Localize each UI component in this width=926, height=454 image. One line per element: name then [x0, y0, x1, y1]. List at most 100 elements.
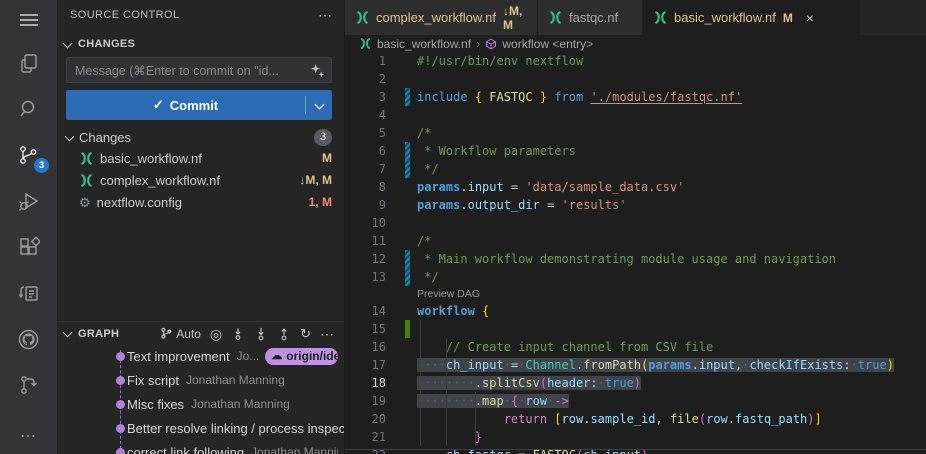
editor-gutter[interactable]: 10 — [345, 214, 414, 232]
code-text[interactable] — [414, 320, 417, 338]
code-text[interactable]: } — [414, 428, 482, 446]
graph-section-header[interactable]: GRAPH Auto ◎ ↻ ⋯ — [57, 321, 344, 345]
commit-row[interactable]: Fix script Jonathan Manning — [57, 368, 338, 392]
explorer-button[interactable] — [0, 40, 57, 86]
git-modified-gutter-icon[interactable] — [405, 88, 410, 106]
editor-gutter[interactable]: 18 — [345, 374, 414, 392]
pane-more-button[interactable]: ⋯ — [318, 8, 332, 22]
github-button[interactable] — [0, 316, 57, 362]
code-text[interactable]: * Workflow parameters — [414, 142, 576, 160]
commit-message-input[interactable]: Message (⌘Enter to commit on "id... — [66, 57, 332, 83]
line-number: 4 — [379, 106, 386, 124]
editor-gutter[interactable]: 15 — [345, 320, 414, 338]
code-text[interactable]: params.output_dir = 'results' — [414, 196, 627, 214]
code-text[interactable] — [414, 70, 417, 88]
editor-gutter[interactable]: 4 — [345, 106, 414, 124]
push-icon[interactable] — [277, 327, 291, 341]
editor-gutter[interactable]: 9 — [345, 196, 414, 214]
graph-section-label: GRAPH — [78, 328, 119, 340]
editor-gutter[interactable]: 17 — [345, 356, 414, 374]
editor-gutter[interactable]: 8 — [345, 178, 414, 196]
breadcrumb-symbol[interactable]: workflow <entry> — [502, 37, 593, 51]
branch-badge[interactable]: ☁ origin/ide-featu... — [265, 348, 338, 365]
editor-gutter[interactable]: 5 — [345, 124, 414, 142]
check-icon: ✓ — [153, 97, 164, 113]
code-text[interactable]: #!/usr/bin/env nextflow — [414, 52, 583, 70]
graph-auto-button[interactable]: Auto — [160, 327, 201, 341]
editor-gutter[interactable]: 1 — [345, 52, 414, 70]
editor-gutter[interactable]: 16 — [345, 338, 414, 356]
source-control-button[interactable]: 3 — [0, 132, 57, 178]
git-modified-gutter-icon[interactable] — [405, 142, 410, 160]
commit-row[interactable]: Misc fixes Jonathan Manning — [57, 392, 338, 416]
code-text[interactable]: ········.map·{·row·-> — [414, 392, 569, 410]
codelens-action[interactable]: Preview DAG — [345, 286, 926, 302]
commit-row[interactable]: correct link following Jonathan Manning — [57, 440, 338, 454]
code-text[interactable]: workflow { — [414, 302, 489, 320]
activity-more-button[interactable]: ⋯ — [20, 426, 37, 446]
editor-gutter[interactable]: 21 — [345, 428, 414, 446]
tab-complex-workflow[interactable]: complex_workflow.nf ↓M, M — [345, 0, 538, 35]
fetch-icon[interactable] — [231, 327, 245, 341]
file-row-complex-workflow[interactable]: complex_workflow.nf ↓M, M — [57, 169, 344, 191]
commit-row[interactable]: Text improvement Jo... ☁ origin/ide-feat… — [57, 344, 338, 368]
extensions-button[interactable] — [0, 224, 57, 270]
editor-gutter[interactable]: 2 — [345, 70, 414, 88]
commit-dropdown-button[interactable] — [306, 101, 332, 110]
editor-gutter[interactable]: 22 — [345, 446, 414, 454]
target-icon[interactable]: ◎ — [210, 327, 222, 341]
breadcrumb-file[interactable]: basic_workflow.nf — [377, 37, 471, 51]
code-text[interactable]: params.input = 'data/sample_data.csv' — [414, 178, 684, 196]
pull-icon[interactable] — [254, 327, 268, 341]
code-text[interactable]: /* — [414, 124, 431, 142]
git-graph-button[interactable] — [0, 362, 57, 408]
editor-gutter[interactable]: 20 — [345, 410, 414, 428]
changes-tree-header[interactable]: Changes 3 — [57, 126, 344, 148]
code-text[interactable]: */ — [414, 268, 439, 286]
close-icon[interactable]: × — [802, 10, 818, 26]
menu-button[interactable] — [0, 0, 57, 40]
editor-gutter[interactable]: 7 — [345, 160, 414, 178]
git-modified-gutter-icon[interactable] — [405, 250, 410, 268]
cloud-icon: ☁ — [271, 349, 282, 362]
run-debug-button[interactable] — [0, 178, 57, 224]
code-text[interactable]: * Main workflow demonstrating module usa… — [414, 250, 836, 268]
git-added-gutter-icon[interactable] — [405, 320, 410, 338]
changes-section-header[interactable]: CHANGES — [57, 33, 344, 55]
editor-gutter[interactable]: 3 — [345, 88, 414, 106]
sparkle-icon[interactable] — [310, 63, 325, 78]
editor-gutter[interactable]: 12 — [345, 250, 414, 268]
editor-gutter[interactable]: 6 — [345, 142, 414, 160]
chevron-down-icon — [63, 38, 73, 48]
file-row-basic-workflow[interactable]: basic_workflow.nf M — [57, 147, 344, 169]
code-editor[interactable]: 1#!/usr/bin/env nextflow23include { FAST… — [345, 52, 926, 454]
code-text[interactable] — [414, 106, 417, 124]
graph-more-button[interactable]: ⋯ — [320, 327, 334, 341]
tab-basic-workflow[interactable]: basic_workflow.nf M × — [643, 0, 860, 35]
tab-fastqc[interactable]: fastqc.nf — [538, 0, 643, 35]
search-icon — [18, 98, 40, 120]
live-preview-button[interactable] — [0, 270, 57, 316]
editor-gutter[interactable]: 11 — [345, 232, 414, 250]
code-text[interactable]: ch_fastqc = FASTQC(ch_input) — [414, 446, 648, 454]
code-line: 4 — [345, 106, 926, 124]
code-text[interactable]: ········.splitCsv(header:·true) — [414, 374, 641, 392]
editor-gutter[interactable]: 14 — [345, 302, 414, 320]
editor-gutter[interactable]: 19 — [345, 392, 414, 410]
editor-gutter[interactable]: 13 — [345, 268, 414, 286]
git-modified-gutter-icon[interactable] — [405, 160, 410, 178]
git-modified-gutter-icon[interactable] — [405, 268, 410, 286]
code-text[interactable]: */ — [414, 160, 439, 178]
search-button[interactable] — [0, 86, 57, 132]
file-row-nextflow-config[interactable]: ⚙ nextflow.config 1, M — [57, 191, 344, 213]
code-text[interactable]: include { FASTQC } from './modules/fastq… — [414, 88, 742, 106]
code-text[interactable]: // Create input channel from CSV file — [414, 338, 713, 356]
commit-row[interactable]: Better resolve linking / process inspect… — [57, 416, 338, 440]
refresh-icon[interactable]: ↻ — [300, 327, 311, 340]
code-line: 18········.splitCsv(header:·true) — [345, 374, 926, 392]
code-text[interactable]: /* — [414, 232, 431, 250]
code-text[interactable]: ····ch_input·=·Channel.fromPath(params.i… — [414, 356, 894, 374]
code-line: 2 — [345, 70, 926, 88]
code-text[interactable] — [414, 214, 417, 232]
commit-button[interactable]: ✓ Commit — [66, 90, 332, 120]
